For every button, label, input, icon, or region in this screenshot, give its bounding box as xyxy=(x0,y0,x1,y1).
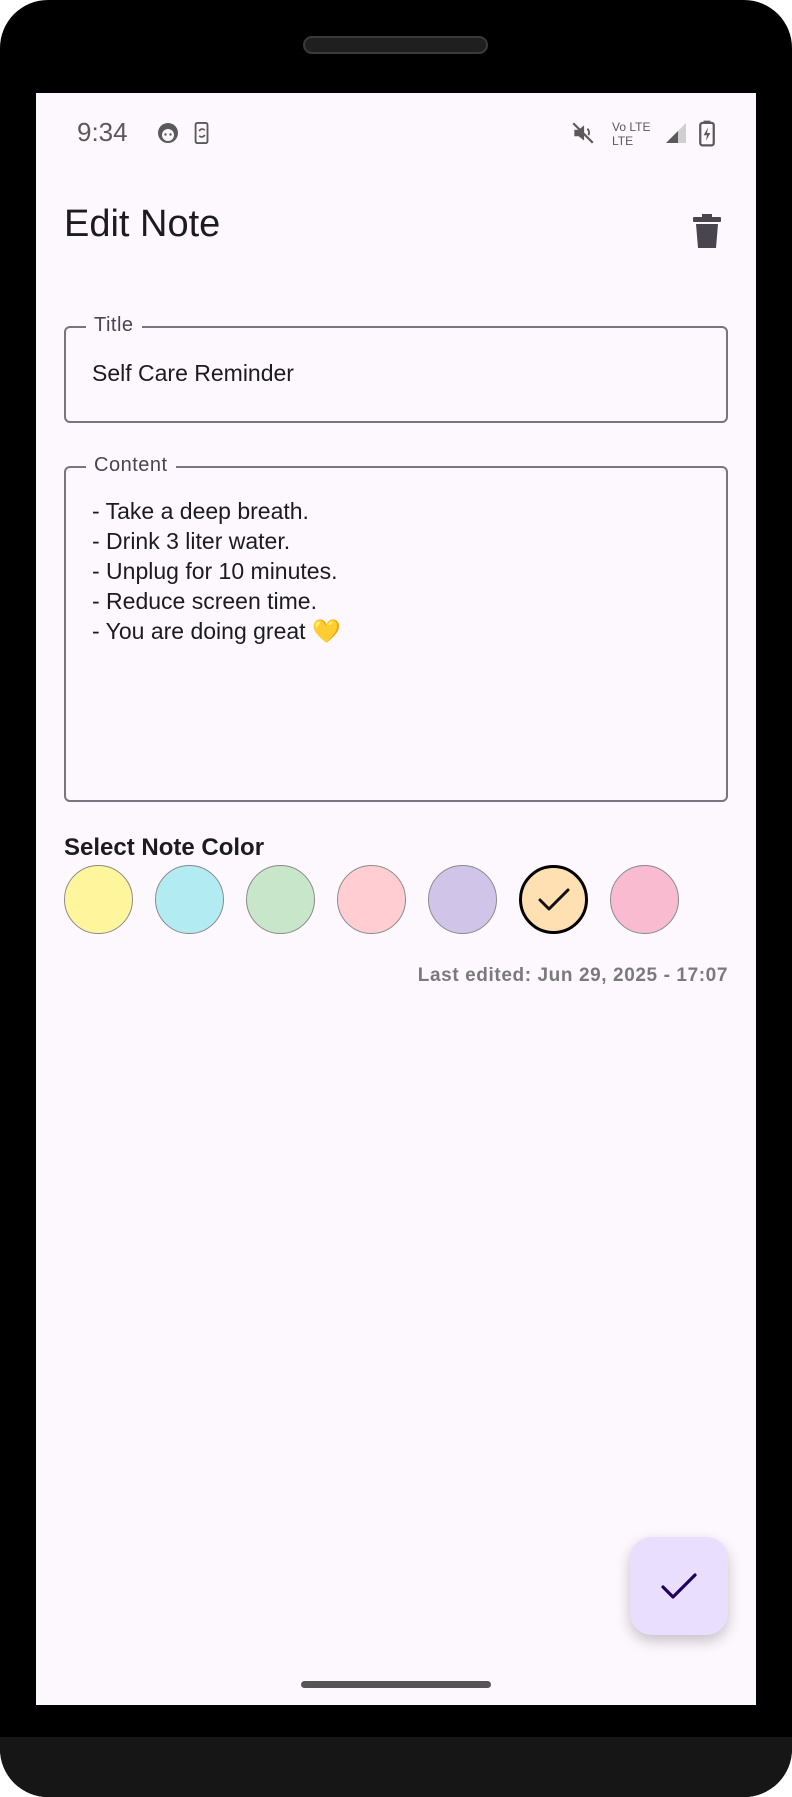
color-swatch-red[interactable] xyxy=(337,865,406,934)
content-field[interactable]: Content - Take a deep breath. - Drink 3 … xyxy=(64,454,728,802)
color-swatch-yellow[interactable] xyxy=(64,865,133,934)
status-time: 9:34 xyxy=(77,117,128,147)
content-field-label: Content xyxy=(86,454,176,477)
color-swatch-purple[interactable] xyxy=(428,865,497,934)
app-screen: 9:34 Vo LTE LTE Edit Note Title Self Car… xyxy=(36,93,756,1705)
color-swatch-orange[interactable] xyxy=(519,865,588,934)
content-line: - Take a deep breath. xyxy=(92,498,309,524)
speaker-grille xyxy=(303,36,488,54)
content-line: - Reduce screen time. xyxy=(92,588,317,614)
status-bar: 9:34 Vo LTE LTE xyxy=(36,93,756,173)
delete-button[interactable] xyxy=(679,203,735,259)
last-edited-label: Last edited: Jun 29, 2025 - 17:07 xyxy=(417,965,728,986)
phone-sync-icon xyxy=(194,122,209,144)
selected-check-icon xyxy=(538,888,569,910)
content-text[interactable]: - Take a deep breath. - Drink 3 liter wa… xyxy=(92,496,341,646)
home-indicator[interactable] xyxy=(301,1681,491,1688)
color-swatch-green[interactable] xyxy=(246,865,315,934)
page-title: Edit Note xyxy=(64,203,221,245)
content-line: - Unplug for 10 minutes. xyxy=(92,558,338,584)
color-swatch-row xyxy=(64,865,728,935)
device-frame: 9:34 Vo LTE LTE Edit Note Title Self Car… xyxy=(0,0,792,1797)
battery-charging-icon xyxy=(699,120,715,147)
title-field[interactable]: Title Self Care Reminder xyxy=(64,314,728,423)
mute-icon xyxy=(572,122,594,144)
trash-icon xyxy=(693,214,721,248)
bottom-bezel xyxy=(0,1737,792,1797)
save-button[interactable] xyxy=(630,1537,728,1635)
network-type-top: Vo LTE xyxy=(612,120,651,134)
color-picker-title: Select Note Color xyxy=(64,834,265,861)
content-line: - Drink 3 liter water. xyxy=(92,528,291,554)
face-icon xyxy=(158,123,178,143)
color-swatch-cyan[interactable] xyxy=(155,865,224,934)
network-type-bottom: LTE xyxy=(612,134,634,148)
color-swatch-pink[interactable] xyxy=(610,865,679,934)
signal-icon xyxy=(666,123,686,143)
content-line: - You are doing great 💛 xyxy=(92,618,341,644)
title-input-value[interactable]: Self Care Reminder xyxy=(92,360,294,387)
title-field-label: Title xyxy=(86,314,142,337)
check-icon xyxy=(661,1573,697,1599)
